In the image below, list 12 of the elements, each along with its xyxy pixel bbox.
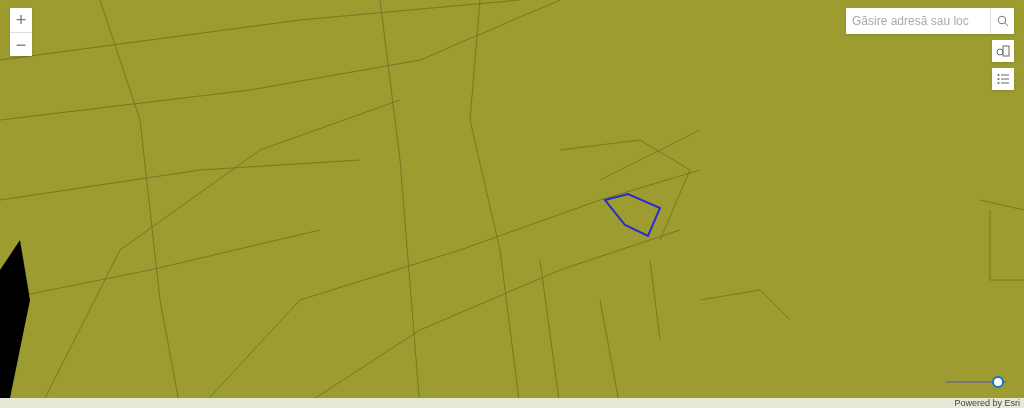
- legend-button[interactable]: [992, 68, 1014, 90]
- list-icon: [997, 73, 1009, 85]
- search-field[interactable]: Găsire adresă sau loc: [846, 8, 990, 34]
- layers-icon: [996, 45, 1010, 57]
- time-slider[interactable]: [946, 376, 1006, 388]
- attribution-text: Powered by Esri: [954, 398, 1020, 408]
- zoom-in-button[interactable]: +: [10, 8, 32, 32]
- search-icon: [996, 15, 1009, 27]
- search-button[interactable]: [990, 8, 1014, 34]
- slider-thumb[interactable]: [992, 376, 1005, 388]
- zoom-out-button[interactable]: −: [10, 32, 32, 56]
- basemap-button[interactable]: [992, 40, 1014, 62]
